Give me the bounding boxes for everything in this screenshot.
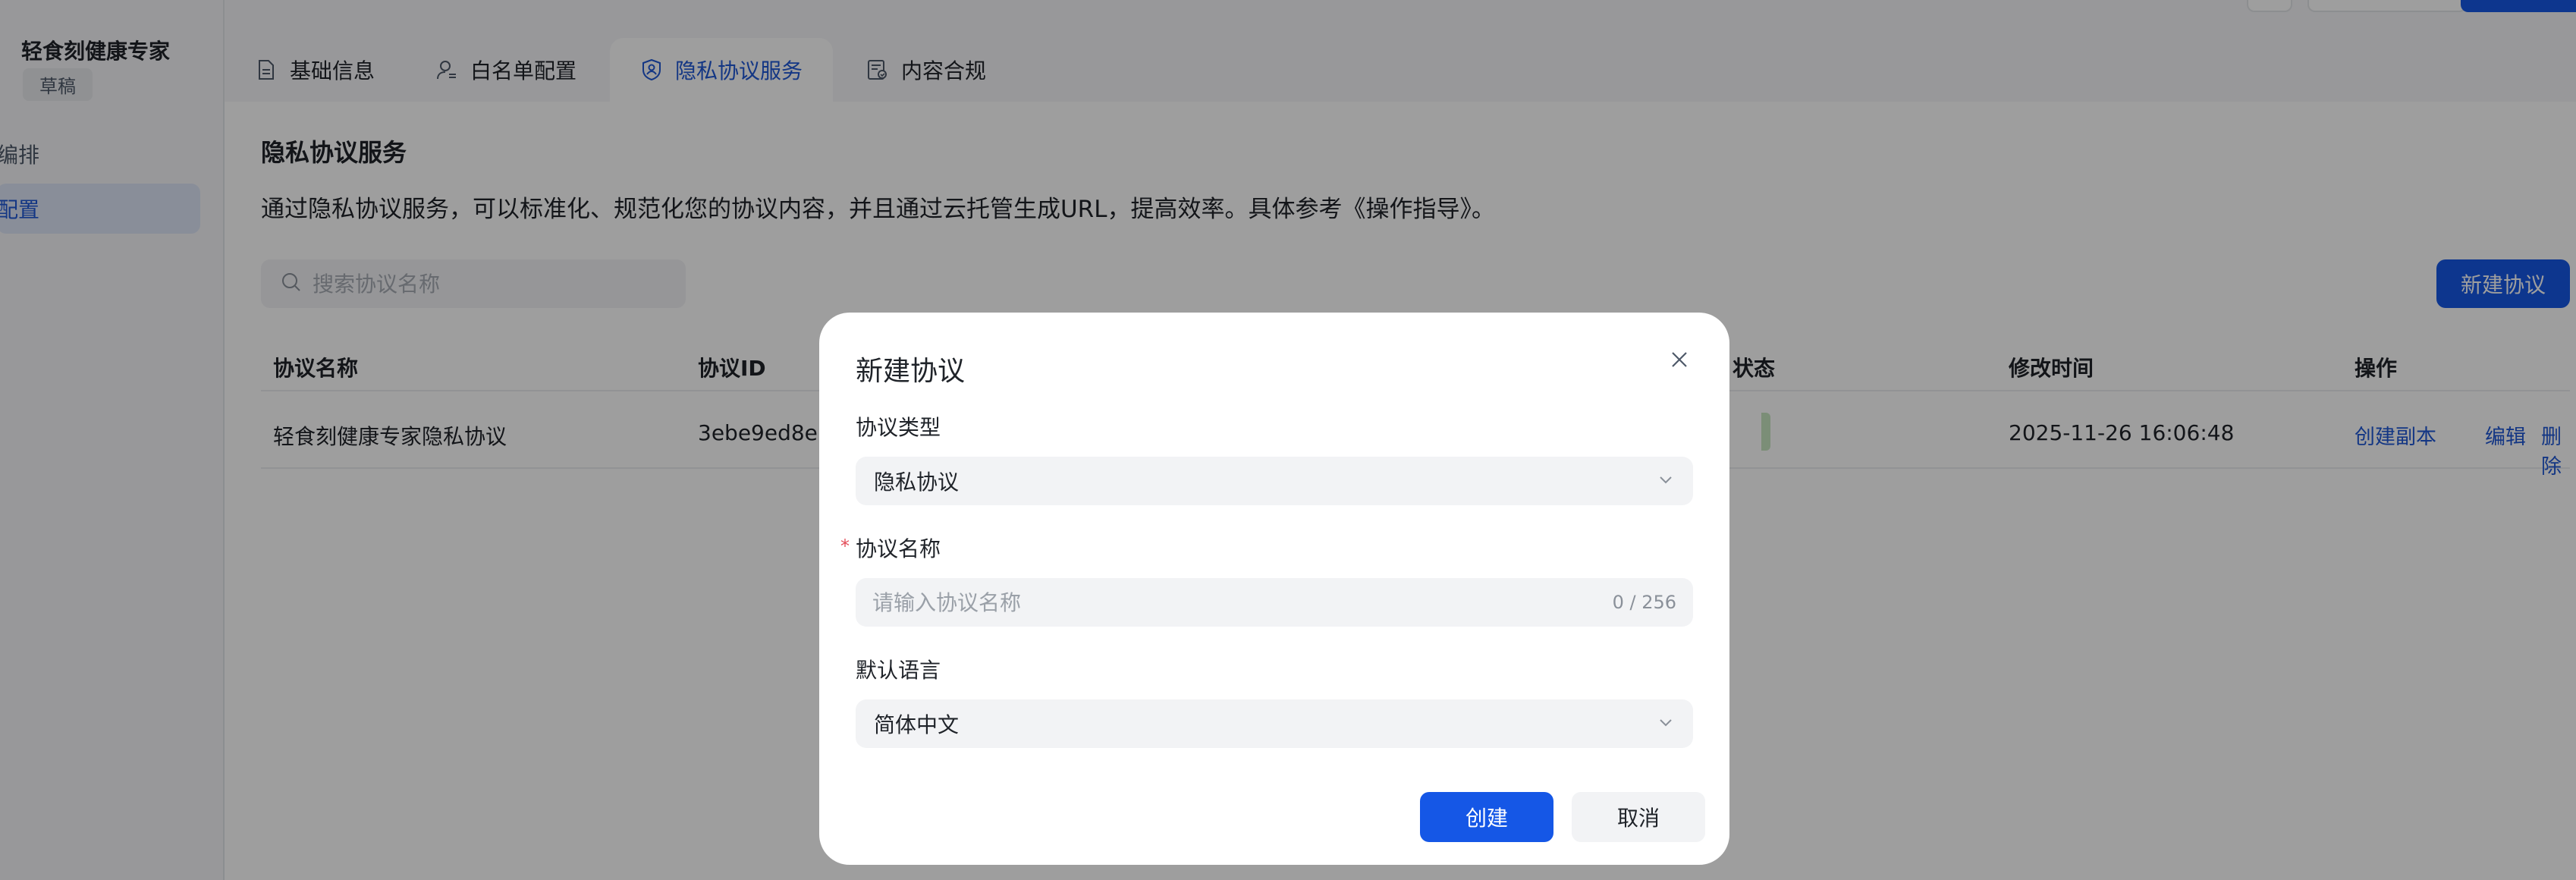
create-button[interactable]: 创建 [1420, 792, 1553, 842]
required-mark: * [840, 536, 850, 557]
dialog-title: 新建协议 [856, 356, 966, 387]
close-icon[interactable] [1667, 347, 1692, 372]
default-language-label: 默认语言 [856, 658, 941, 683]
default-language-select[interactable]: 简体中文 [856, 699, 1693, 748]
agreement-name-input[interactable] [872, 589, 1613, 615]
chevron-down-icon [1657, 712, 1675, 737]
new-agreement-dialog: 新建协议 协议类型 隐私协议 * 协议名称 0 / 256 默认语言 简体中文 … [819, 313, 1729, 865]
agreement-type-label: 协议类型 [856, 415, 941, 440]
agreement-type-value: 隐私协议 [874, 470, 960, 495]
character-counter: 0 / 256 [1612, 592, 1676, 613]
agreement-name-label: 协议名称 [856, 536, 941, 561]
chevron-down-icon [1657, 469, 1675, 494]
default-language-value: 简体中文 [874, 712, 960, 737]
agreement-type-select[interactable]: 隐私协议 [856, 457, 1693, 505]
cancel-button[interactable]: 取消 [1572, 792, 1705, 842]
app-root: 轻食刻健康专家 草稿 编排 配置 基础信息 白名单配置 隐私协议服务 内容合规 … [0, 0, 2576, 880]
agreement-name-field[interactable]: 0 / 256 [856, 578, 1693, 627]
